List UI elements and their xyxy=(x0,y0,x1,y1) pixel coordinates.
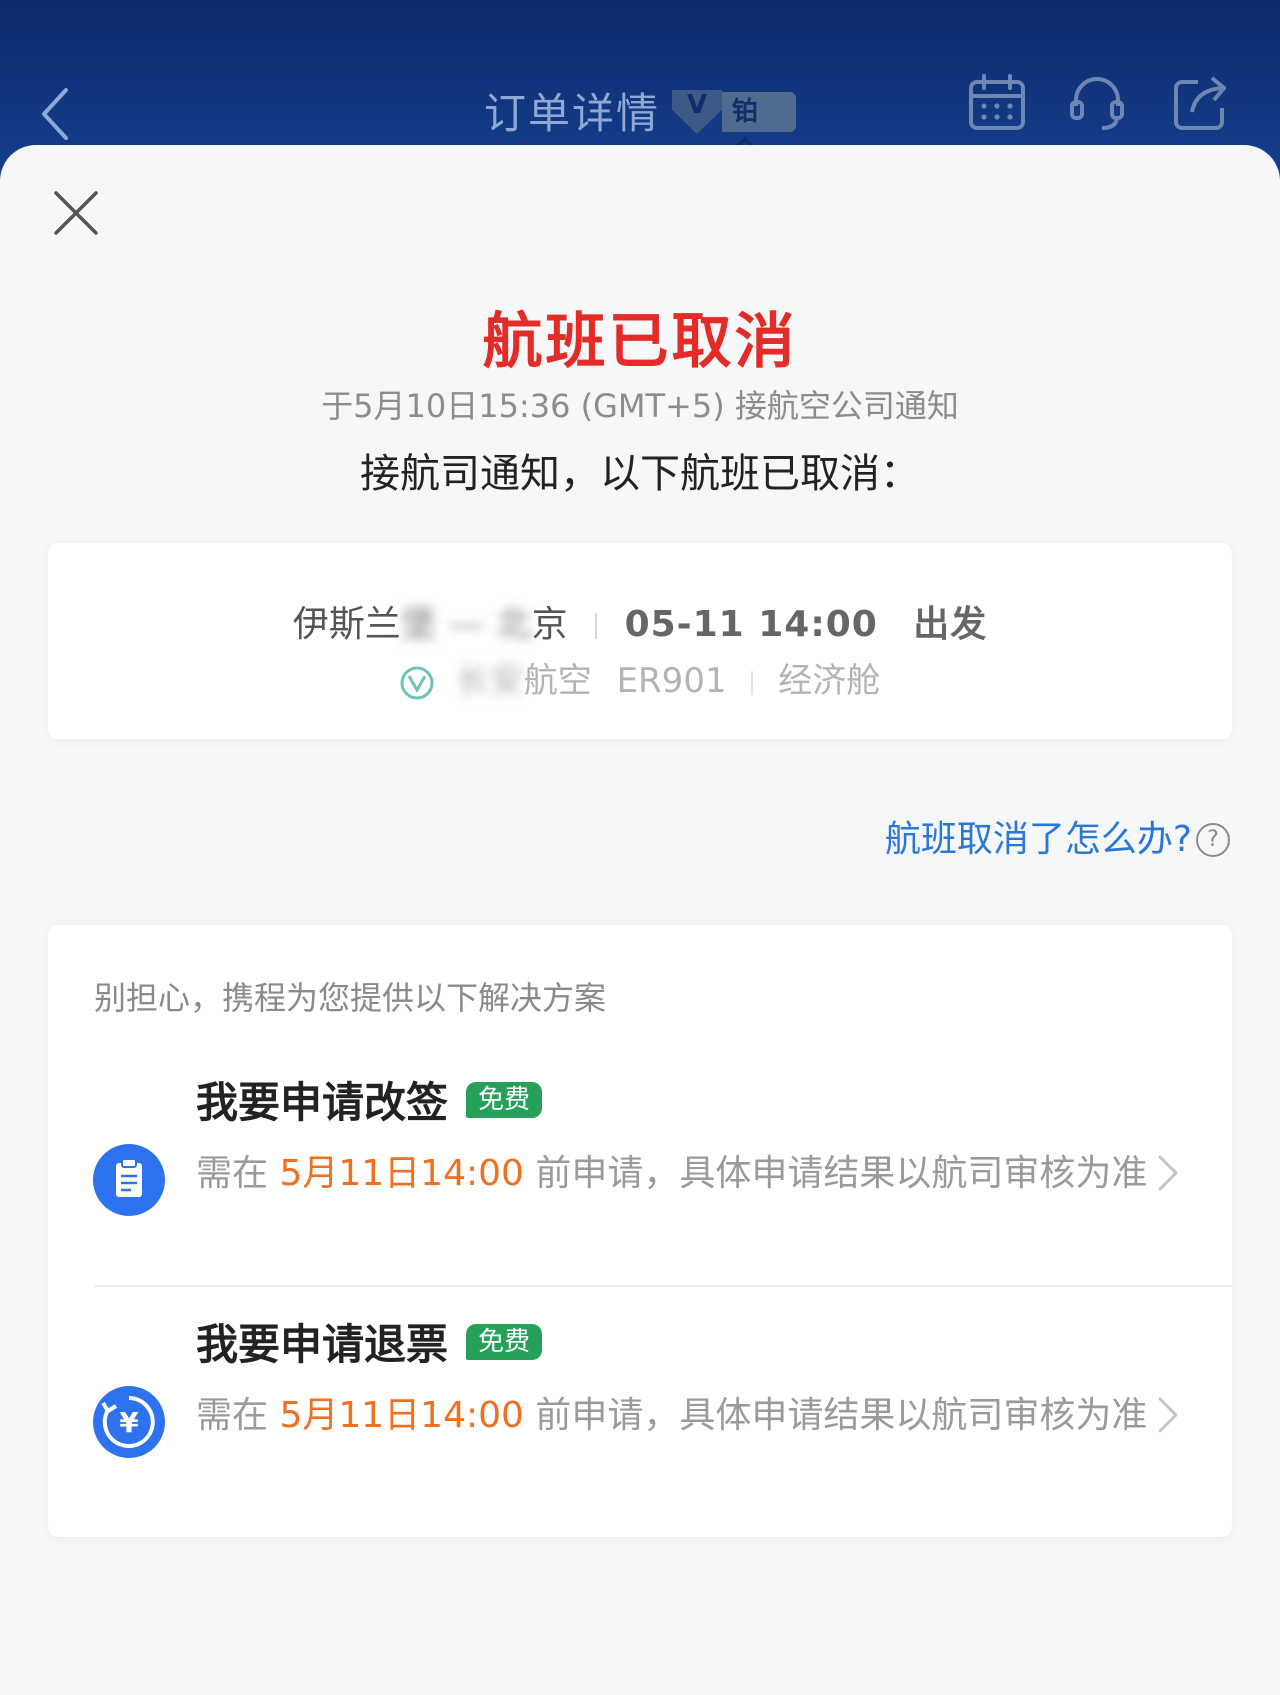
desc-suffix: 前申请，具体申请结果以航司审核为准 xyxy=(535,1395,1148,1436)
question-circle-icon[interactable]: ? xyxy=(1196,823,1230,857)
solutions-card: 别担心，携程为您提供以下解决方案 我要申请改签 免费 需在 5月11日14:00… xyxy=(48,925,1234,1537)
refund-deadline: 5月11日14:00 xyxy=(279,1395,524,1436)
svg-text:¥: ¥ xyxy=(119,1406,139,1439)
airline-name: 航空 xyxy=(523,661,592,701)
separator xyxy=(751,670,754,695)
cabin-class: 经济舱 xyxy=(778,661,881,701)
document-icon xyxy=(93,1144,165,1216)
member-tier-label: 铂金 xyxy=(722,92,796,167)
desc-suffix: 前申请，具体申请结果以航司审核为准 xyxy=(535,1153,1148,1194)
notification-time: 于5月10日15:36 (GMT+5) 接航空公司通知 xyxy=(321,387,959,425)
rebook-description: 需在 5月11日14:00 前申请，具体申请结果以航司审核为准 xyxy=(196,1145,1176,1203)
origin-city-redacted: 堡 xyxy=(400,604,437,645)
airline-logo-icon xyxy=(400,666,434,699)
rebook-title[interactable]: 我要申请改签 免费 xyxy=(196,1069,543,1130)
rebook-title-text[interactable]: 我要申请改签 xyxy=(196,1069,448,1130)
destination-city: 京 xyxy=(531,604,568,645)
share-icon[interactable] xyxy=(1170,72,1232,134)
flight-number: ER901 xyxy=(616,661,727,701)
rebook-option[interactable]: 我要申请改签 免费 需在 5月11日14:00 前申请，具体申请结果以航司审核为… xyxy=(48,1045,1232,1285)
flight-info-card: 伊斯兰堡 — 北京 05-11 14:00 出发 长安航空 ER901 经济舱 xyxy=(48,543,1232,739)
airline-row: 长安航空 ER901 经济舱 xyxy=(48,653,1232,702)
member-tier-badge: V 铂金 xyxy=(672,90,796,167)
departure-time: 05-11 14:00 xyxy=(624,604,878,645)
desc-prefix: 需在 xyxy=(196,1395,269,1436)
airline-name-redacted: 长安 xyxy=(455,661,524,701)
vip-v-icon: V xyxy=(672,90,722,134)
route-dash: — xyxy=(448,604,485,645)
free-badge: 免费 xyxy=(466,1323,543,1360)
solutions-intro: 别担心，携程为您提供以下解决方案 xyxy=(94,979,607,1017)
refund-yuan-icon: ¥ xyxy=(93,1386,165,1458)
back-arrow-icon[interactable] xyxy=(36,84,76,144)
cancellation-status-title: 航班已取消 xyxy=(482,307,798,377)
destination-city-redacted: 北 xyxy=(495,604,532,645)
desc-prefix: 需在 xyxy=(196,1153,269,1194)
rebook-deadline: 5月11日14:00 xyxy=(279,1153,524,1194)
departure-suffix: 出发 xyxy=(913,604,988,645)
calendar-icon[interactable] xyxy=(966,72,1028,134)
refund-option[interactable]: ¥ 我要申请退票 免费 需在 5月11日14:00 前申请，具体申请结果以航司审… xyxy=(48,1287,1232,1527)
refund-title[interactable]: 我要申请退票 免费 xyxy=(196,1311,543,1372)
refund-title-text[interactable]: 我要申请退票 xyxy=(196,1311,448,1372)
help-link-text[interactable]: 航班取消了怎么办? xyxy=(885,815,1192,865)
page-title: 订单详情 xyxy=(484,89,661,138)
chevron-right-icon[interactable] xyxy=(1156,1395,1180,1435)
headset-icon[interactable] xyxy=(1066,72,1128,134)
close-icon[interactable] xyxy=(50,187,102,239)
origin-city: 伊斯兰 xyxy=(292,604,401,645)
chevron-right-icon[interactable] xyxy=(1156,1153,1180,1193)
free-badge: 免费 xyxy=(466,1081,543,1118)
flight-cancelled-sheet: 航班已取消 于5月10日15:36 (GMT+5) 接航空公司通知 接航司通知，… xyxy=(0,145,1280,1695)
cancellation-help-link[interactable]: 航班取消了怎么办? ? xyxy=(885,815,1230,865)
flight-route-row: 伊斯兰堡 — 北京 05-11 14:00 出发 xyxy=(48,595,1232,647)
notification-message: 接航司通知，以下航班已取消： xyxy=(360,451,920,497)
refund-description: 需在 5月11日14:00 前申请，具体申请结果以航司审核为准 xyxy=(196,1387,1176,1445)
separator xyxy=(595,613,598,639)
